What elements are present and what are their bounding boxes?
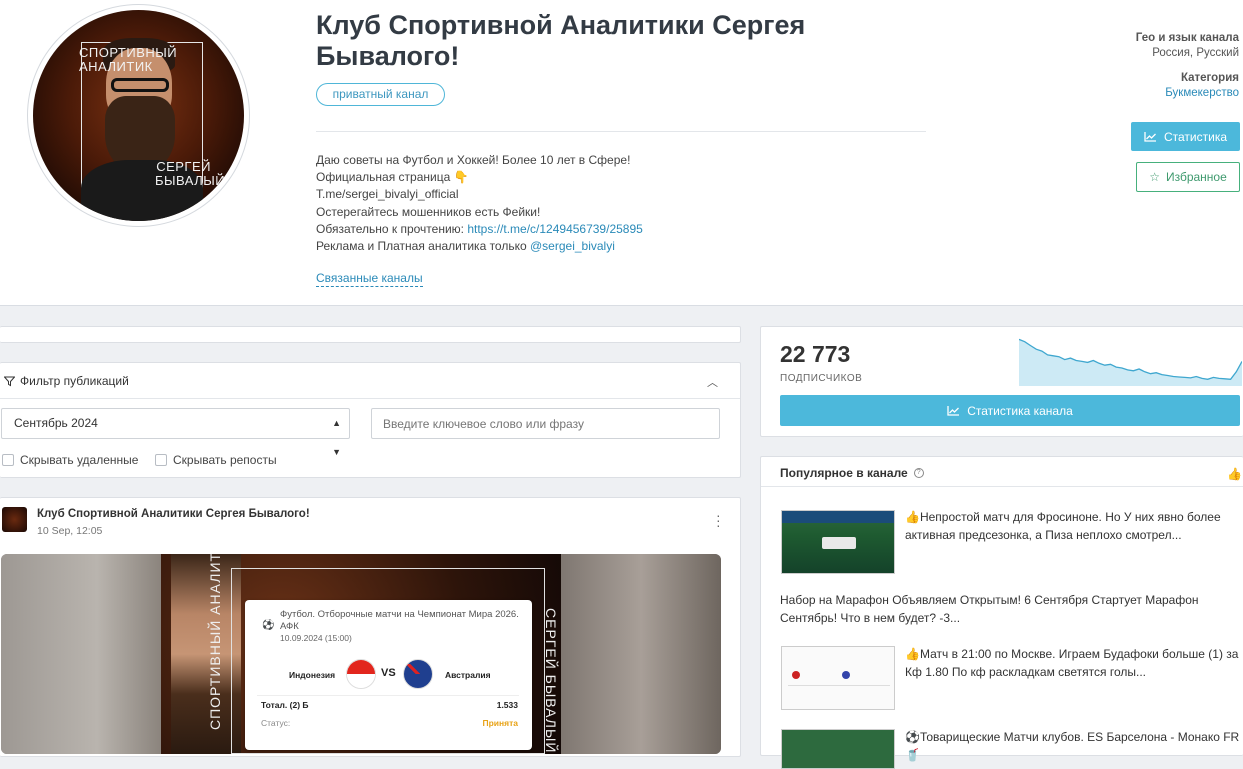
- star-icon: ☆: [1149, 170, 1160, 184]
- channel-statistics-button[interactable]: Статистика канала: [780, 395, 1240, 426]
- publication-filter: Фильтр публикаций ︿ Сентябрь 2024 ▲▼ Скр…: [0, 362, 741, 478]
- post-thumbnail[interactable]: [781, 729, 895, 769]
- post-image[interactable]: СПОРТИВНЫЙ АНАЛИТИК СЕРГЕЙ БЫВАЛЫЙ ⚽ Фут…: [1, 554, 721, 754]
- post-date: 10 Sep, 12:05: [37, 525, 103, 537]
- channel-header: СПОРТИВНЫЙ АНАЛИТИК СЕРГЕЙ БЫВАЛЫЙ Клуб …: [0, 0, 1243, 306]
- filter-header[interactable]: Фильтр публикаций: [4, 374, 129, 388]
- keyword-search-input[interactable]: [371, 408, 720, 439]
- status-badge: Принята: [482, 718, 518, 728]
- month-select[interactable]: Сентябрь 2024 ▲ ▼: [1, 408, 350, 457]
- avatar-logo-text-bottom: СЕРГЕЙ БЫВАЛЫЙ: [155, 159, 226, 188]
- bet-odds: 1.533: [496, 700, 518, 710]
- private-channel-badge[interactable]: приватный канал: [316, 83, 445, 106]
- subscriber-label: ПОДПИСЧИКОВ: [780, 373, 863, 384]
- category-info: Категория Букмекерство: [1165, 72, 1239, 101]
- popular-posts-panel: Популярное в канале ? 👍 👍Непростой матч …: [760, 456, 1243, 769]
- top-bar-panel: [0, 326, 741, 343]
- vs-label: VS: [381, 667, 396, 679]
- statistics-button[interactable]: Статистика: [1131, 122, 1240, 151]
- bet-label: Тотал. (2) Б: [261, 700, 309, 710]
- team-home: Индонезия: [289, 670, 336, 680]
- thumbs-up-icon[interactable]: 👍: [1227, 467, 1242, 481]
- image-vertical-text-left: СПОРТИВНЫЙ АНАЛИТИК: [207, 554, 223, 730]
- popular-item-text[interactable]: 👍Непростой матч для Фросиноне. Но У них …: [905, 509, 1241, 544]
- channel-avatar[interactable]: СПОРТИВНЫЙ АНАЛИТИК СЕРГЕЙ БЫВАЛЫЙ: [27, 4, 250, 227]
- post-thumbnail[interactable]: [781, 646, 895, 710]
- subscriber-count: 22 773: [780, 341, 851, 367]
- avatar-logo-text-top: СПОРТИВНЫЙ АНАЛИТИК: [79, 45, 178, 74]
- category-link[interactable]: Букмекерство: [1165, 86, 1239, 101]
- pinned-post-link[interactable]: https://t.me/c/1249456739/25895: [467, 222, 642, 236]
- header-divider: [316, 131, 926, 132]
- hide-reposts-checkbox[interactable]: Скрывать репосты: [155, 453, 277, 467]
- bet-card-title: Футбол. Отборочные матчи на Чемпионат Ми…: [280, 609, 519, 632]
- chart-line-icon: [1144, 131, 1156, 142]
- image-vertical-text-right: СЕРГЕЙ БЫВАЛЫЙ: [543, 608, 559, 754]
- filter-icon: [4, 376, 15, 386]
- team-away: Австралия: [445, 670, 491, 680]
- post-author-avatar[interactable]: [2, 507, 27, 532]
- status-label: Статус:: [261, 718, 291, 728]
- post-thumbnail[interactable]: [781, 510, 895, 574]
- popular-item-text[interactable]: 👍Матч в 21:00 по Москве. Играем Будафоки…: [905, 646, 1241, 681]
- subscribers-panel: 22 773 ПОДПИСЧИКОВ Статистика канала: [760, 326, 1243, 437]
- geo-info: Гео и язык канала Россия, Русский: [1135, 32, 1239, 59]
- australia-flag-icon: [403, 659, 433, 689]
- related-channels-link[interactable]: Связанные каналы: [316, 271, 423, 287]
- help-icon[interactable]: ?: [913, 468, 924, 478]
- post-author-name[interactable]: Клуб Спортивной Аналитики Сергея Бывалог…: [37, 508, 310, 520]
- subscriber-trend-chart: [1019, 338, 1242, 386]
- select-arrows-icon: ▲ ▼: [332, 418, 341, 457]
- bet-card-date: 10.09.2024 (15:00): [280, 633, 352, 643]
- avatar-image: СПОРТИВНЫЙ АНАЛИТИК СЕРГЕЙ БЫВАЛЫЙ: [33, 10, 244, 221]
- popular-item-text[interactable]: ⚽Товарищеские Матчи клубов. ES Барселона…: [905, 729, 1241, 764]
- popular-title: Популярное в канале ?: [780, 466, 924, 480]
- channel-description: Даю советы на Футбол и Хоккей! Более 10 …: [316, 153, 643, 254]
- favorite-button[interactable]: ☆ Избранное: [1136, 162, 1240, 192]
- chart-line-icon: [947, 405, 960, 416]
- hide-deleted-checkbox[interactable]: Скрывать удаленные: [2, 453, 138, 467]
- popular-item-text[interactable]: Набор на Марафон Объявляем Открытым! 6 С…: [780, 592, 1240, 627]
- more-options-icon[interactable]: · · ·: [716, 508, 721, 532]
- chevron-up-icon[interactable]: ︿: [707, 374, 718, 390]
- indonesia-flag-icon: [346, 659, 376, 689]
- bet-card: ⚽ Футбол. Отборочные матчи на Чемпионат …: [245, 600, 532, 750]
- channel-title: Клуб Спортивной Аналитики Сергея Бывалог…: [316, 10, 806, 71]
- post-card: Клуб Спортивной Аналитики Сергея Бывалог…: [0, 497, 741, 757]
- ads-contact-link[interactable]: @sergei_bivalyi: [530, 239, 615, 253]
- football-icon: ⚽: [262, 620, 275, 631]
